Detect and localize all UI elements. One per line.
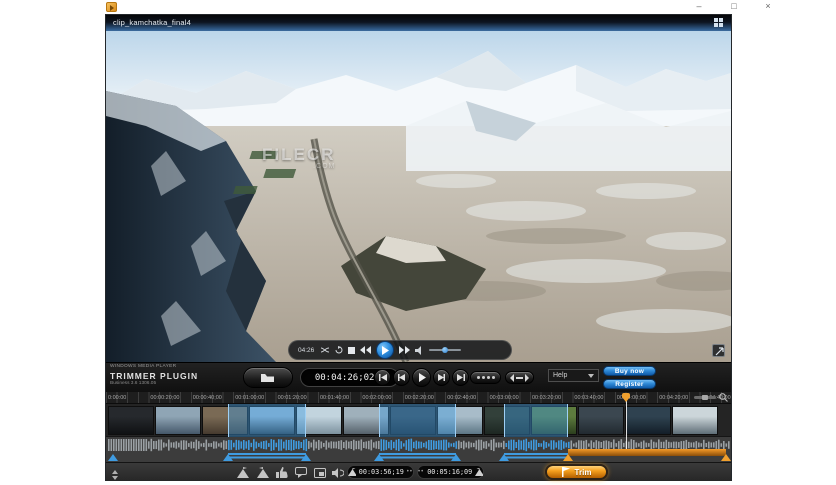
- segment-marker[interactable]: [108, 454, 118, 461]
- trim-range-bar[interactable]: [568, 449, 726, 456]
- comment-bubble-icon[interactable]: [294, 466, 308, 479]
- mark-in-display: 00:03:56;19••: [347, 465, 414, 479]
- ruler-timestamp: 00:02:40;00: [447, 395, 476, 401]
- trimmer-plugin-bar: WINDOWS MEDIA PLAYER TRIMMER PLUGIN Busi…: [106, 362, 731, 392]
- selected-segment-underline: [228, 453, 306, 459]
- ruler-timestamp: 00:03:00;00: [490, 395, 519, 401]
- folder-icon: [261, 373, 275, 383]
- segment-marker[interactable]: [451, 454, 461, 461]
- playback-overlay-bar: 04:26: [288, 340, 512, 360]
- flag-icon: [562, 467, 571, 477]
- ruler-timestamp: 0:00:00: [108, 395, 126, 401]
- wmp-window: clip_kamchatka_final4: [105, 14, 732, 481]
- timeline-zoom-widget[interactable]: [694, 393, 728, 402]
- segment-marker[interactable]: [301, 454, 311, 461]
- timeline-ruler[interactable]: 0:00:00 00:00:20;00 00:00:40;00 00:01:00;00…: [106, 392, 731, 404]
- ruler-timestamp: 00:02:20;00: [405, 395, 434, 401]
- step-forward-button[interactable]: [433, 369, 450, 386]
- buy-now-button[interactable]: Buy now: [603, 366, 656, 376]
- watermark: FILECR .COM: [262, 145, 335, 170]
- ruler-timestamp: 00:04:00;00: [617, 395, 646, 401]
- elapsed-time: 04:26: [298, 347, 316, 354]
- selected-segment-highlight[interactable]: [379, 404, 456, 437]
- trim-handle-marker[interactable]: [563, 454, 573, 461]
- jog-shuttle-control[interactable]: [470, 371, 501, 384]
- selected-segment-highlight[interactable]: [504, 404, 568, 437]
- timeline-thumbnail[interactable]: [578, 406, 624, 435]
- chevron-down-icon: [588, 374, 594, 378]
- ruler-timestamp: 00:01:00;00: [235, 395, 264, 401]
- brand-line1: WINDOWS MEDIA PLAYER: [110, 365, 198, 370]
- audio-speaker-icon[interactable]: [331, 466, 345, 479]
- app-icon: [106, 2, 117, 12]
- volume-slider[interactable]: [429, 349, 461, 351]
- selected-segment-underline: [379, 453, 456, 459]
- ruler-timestamp: 00:00:40;00: [193, 395, 222, 401]
- fast-forward-button[interactable]: [399, 346, 410, 354]
- timeline-thumbnail[interactable]: [672, 406, 718, 435]
- picture-in-picture-icon[interactable]: [313, 466, 327, 479]
- magnifier-icon[interactable]: [719, 393, 728, 402]
- help-dropdown[interactable]: Help: [548, 369, 599, 382]
- ruler-timestamp: 00:03:20;00: [532, 395, 561, 401]
- close-button[interactable]: ×: [757, 0, 779, 13]
- collapse-panel-icon[interactable]: [111, 467, 119, 485]
- ruler-timestamp: 00:01:20;00: [278, 395, 307, 401]
- segment-marker[interactable]: [223, 454, 233, 461]
- repeat-icon[interactable]: [335, 346, 343, 354]
- rewind-button[interactable]: [360, 346, 371, 354]
- plugin-play-button[interactable]: [412, 368, 431, 387]
- timeline-thumbnail[interactable]: [108, 406, 154, 435]
- ruler-timestamp: 00:04:20;00: [659, 395, 688, 401]
- ruler-timestamp: 00:03:40;00: [574, 395, 603, 401]
- mark-out-display: ••00:05:16;09: [417, 465, 484, 479]
- step-back-button[interactable]: [393, 369, 410, 386]
- video-frame: [106, 31, 731, 362]
- plugin-volume-control[interactable]: [505, 371, 534, 384]
- play-button[interactable]: [376, 341, 394, 359]
- open-file-button[interactable]: [243, 367, 293, 388]
- register-button[interactable]: Register: [603, 379, 656, 389]
- mark-out-icon: [475, 468, 483, 476]
- timeline-thumbnail[interactable]: [155, 406, 201, 435]
- brand-version: Business 3.6 1306.05: [110, 382, 198, 387]
- volume-slider-thumb[interactable]: [442, 347, 448, 353]
- thumbs-up-icon[interactable]: [275, 466, 289, 479]
- trim-handle-marker[interactable]: [721, 454, 731, 461]
- outer-titlebar: – □ ×: [0, 0, 836, 14]
- mute-icon[interactable]: [415, 346, 424, 355]
- trim-button[interactable]: Trim: [545, 464, 608, 480]
- switch-to-library-icon[interactable]: [714, 18, 724, 28]
- next-marker-icon[interactable]: [255, 466, 269, 479]
- timeline-thumbnail[interactable]: [625, 406, 671, 435]
- plugin-branding: WINDOWS MEDIA PLAYER TRIMMER PLUGIN Busi…: [110, 365, 198, 387]
- ruler-timestamp: 00:02:00;00: [362, 395, 391, 401]
- ruler-timestamp: 00:00:20;00: [150, 395, 179, 401]
- shuffle-icon[interactable]: [321, 346, 330, 354]
- timeline-panel: 0:00:00 00:00:20;00 00:00:40;00 00:01:00;00…: [106, 392, 731, 462]
- selected-segment-highlight[interactable]: [228, 404, 306, 437]
- playhead-line[interactable]: [626, 395, 627, 454]
- zoom-slider-thumb[interactable]: [702, 395, 708, 400]
- wmp-titlebar[interactable]: clip_kamchatka_final4: [106, 15, 731, 31]
- ruler-timestamp: 00:01:40;00: [320, 395, 349, 401]
- video-viewport[interactable]: FILECR .COM 04:26: [106, 31, 731, 362]
- segment-marker[interactable]: [374, 454, 384, 461]
- bottom-toolbar: 00:03:56;19•• ••00:05:16;09 Trim: [106, 462, 731, 481]
- selected-segment-underline: [504, 453, 568, 459]
- window-title: clip_kamchatka_final4: [113, 18, 191, 27]
- next-clip-button[interactable]: [452, 369, 469, 386]
- brand-line2: TRIMMER PLUGIN: [110, 372, 198, 381]
- fullscreen-icon[interactable]: [712, 344, 725, 357]
- previous-clip-button[interactable]: [374, 369, 391, 386]
- prev-marker-icon[interactable]: [236, 466, 250, 479]
- stop-button[interactable]: [348, 347, 355, 354]
- maximize-button[interactable]: □: [723, 0, 745, 13]
- minimize-button[interactable]: –: [688, 0, 710, 13]
- mark-in-icon: [348, 468, 356, 476]
- segment-marker[interactable]: [499, 454, 509, 461]
- zoom-slider[interactable]: [694, 396, 716, 399]
